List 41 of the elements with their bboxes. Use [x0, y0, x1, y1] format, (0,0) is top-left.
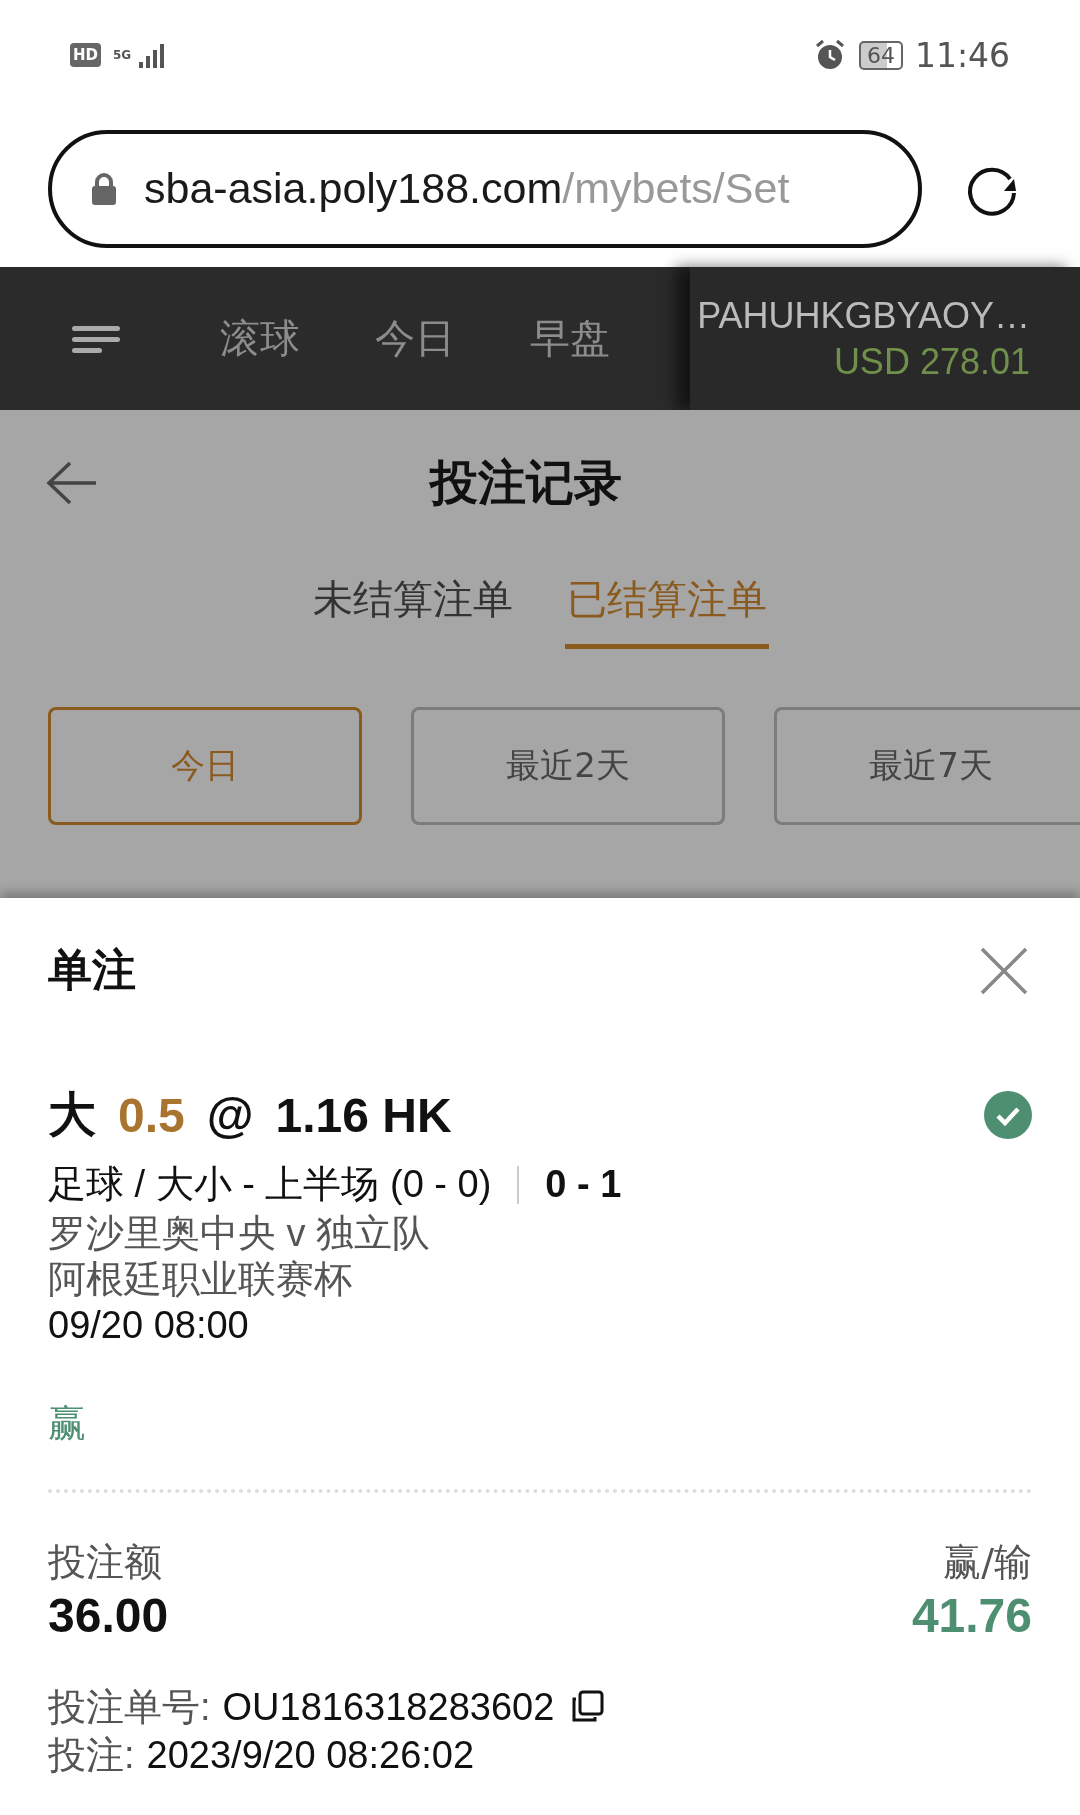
nav-tab[interactable]: 滚球 — [220, 311, 300, 366]
hd-icon: HD — [70, 43, 101, 67]
league-name: 阿根廷职业联赛杯 — [48, 1257, 353, 1302]
match-name: 罗沙里奥中央 v 独立队 — [48, 1211, 432, 1256]
nav-tab[interactable]: 早盘 — [530, 311, 610, 366]
placed-label: 投注: — [48, 1733, 135, 1778]
tab[interactable]: 未结算注单 — [311, 555, 515, 649]
menu-icon — [72, 323, 122, 354]
nav-tab[interactable]: 今日 — [375, 311, 455, 366]
at-sign: @ — [206, 1087, 254, 1143]
stake-amount: 36.00 — [48, 1588, 169, 1643]
url-text: sba-asia.poly188.com/mybets/Set — [144, 164, 790, 213]
date-filter-button[interactable]: 最近7天 — [774, 707, 1080, 825]
stake-label: 投注额 — [48, 1539, 163, 1586]
date-filter-button[interactable]: 最近2天 — [411, 707, 725, 825]
score-text: 0 - 1 — [545, 1163, 622, 1206]
clock-time: 11:46 — [914, 35, 1010, 75]
kickoff-time: 09/20 08:00 — [48, 1303, 250, 1348]
bet-pick: 大 — [48, 1087, 96, 1143]
account-panel[interactable]: PAHUHKGBYAOY… USD 278.01 — [690, 267, 1080, 410]
payout-label: 赢/输 — [943, 1539, 1032, 1586]
battery-icon: 64 — [858, 40, 903, 70]
network-label: 5G — [113, 48, 132, 62]
lock-icon — [90, 171, 118, 206]
ticket-label: 投注单号: — [48, 1685, 211, 1730]
account-name: PAHUHKGBYAOY… — [697, 294, 1030, 337]
market-text: 足球 / 大小 - 上半场 (0 - 0) — [48, 1162, 492, 1207]
page-title: 投注记录 — [430, 452, 622, 512]
back-arrow-icon — [46, 460, 98, 505]
account-balance: USD 278.01 — [833, 340, 1030, 383]
copy-icon — [570, 1690, 605, 1724]
date-filter-button[interactable]: 今日 — [48, 707, 362, 825]
bet-line: 0.5 — [118, 1087, 185, 1143]
placed-time: 2023/9/20 08:26:02 — [146, 1733, 475, 1778]
ticket-number: OU1816318283602 — [222, 1685, 555, 1730]
tab[interactable]: 已结算注单 — [565, 555, 769, 649]
bet-odds: 1.16 HK — [275, 1087, 452, 1143]
payout-amount: 41.76 — [911, 1588, 1032, 1643]
result-text: 赢 — [48, 1400, 87, 1447]
address-bar[interactable]: sba-asia.poly188.com/mybets/Set — [48, 129, 922, 248]
sheet-title: 单注 — [48, 943, 136, 997]
